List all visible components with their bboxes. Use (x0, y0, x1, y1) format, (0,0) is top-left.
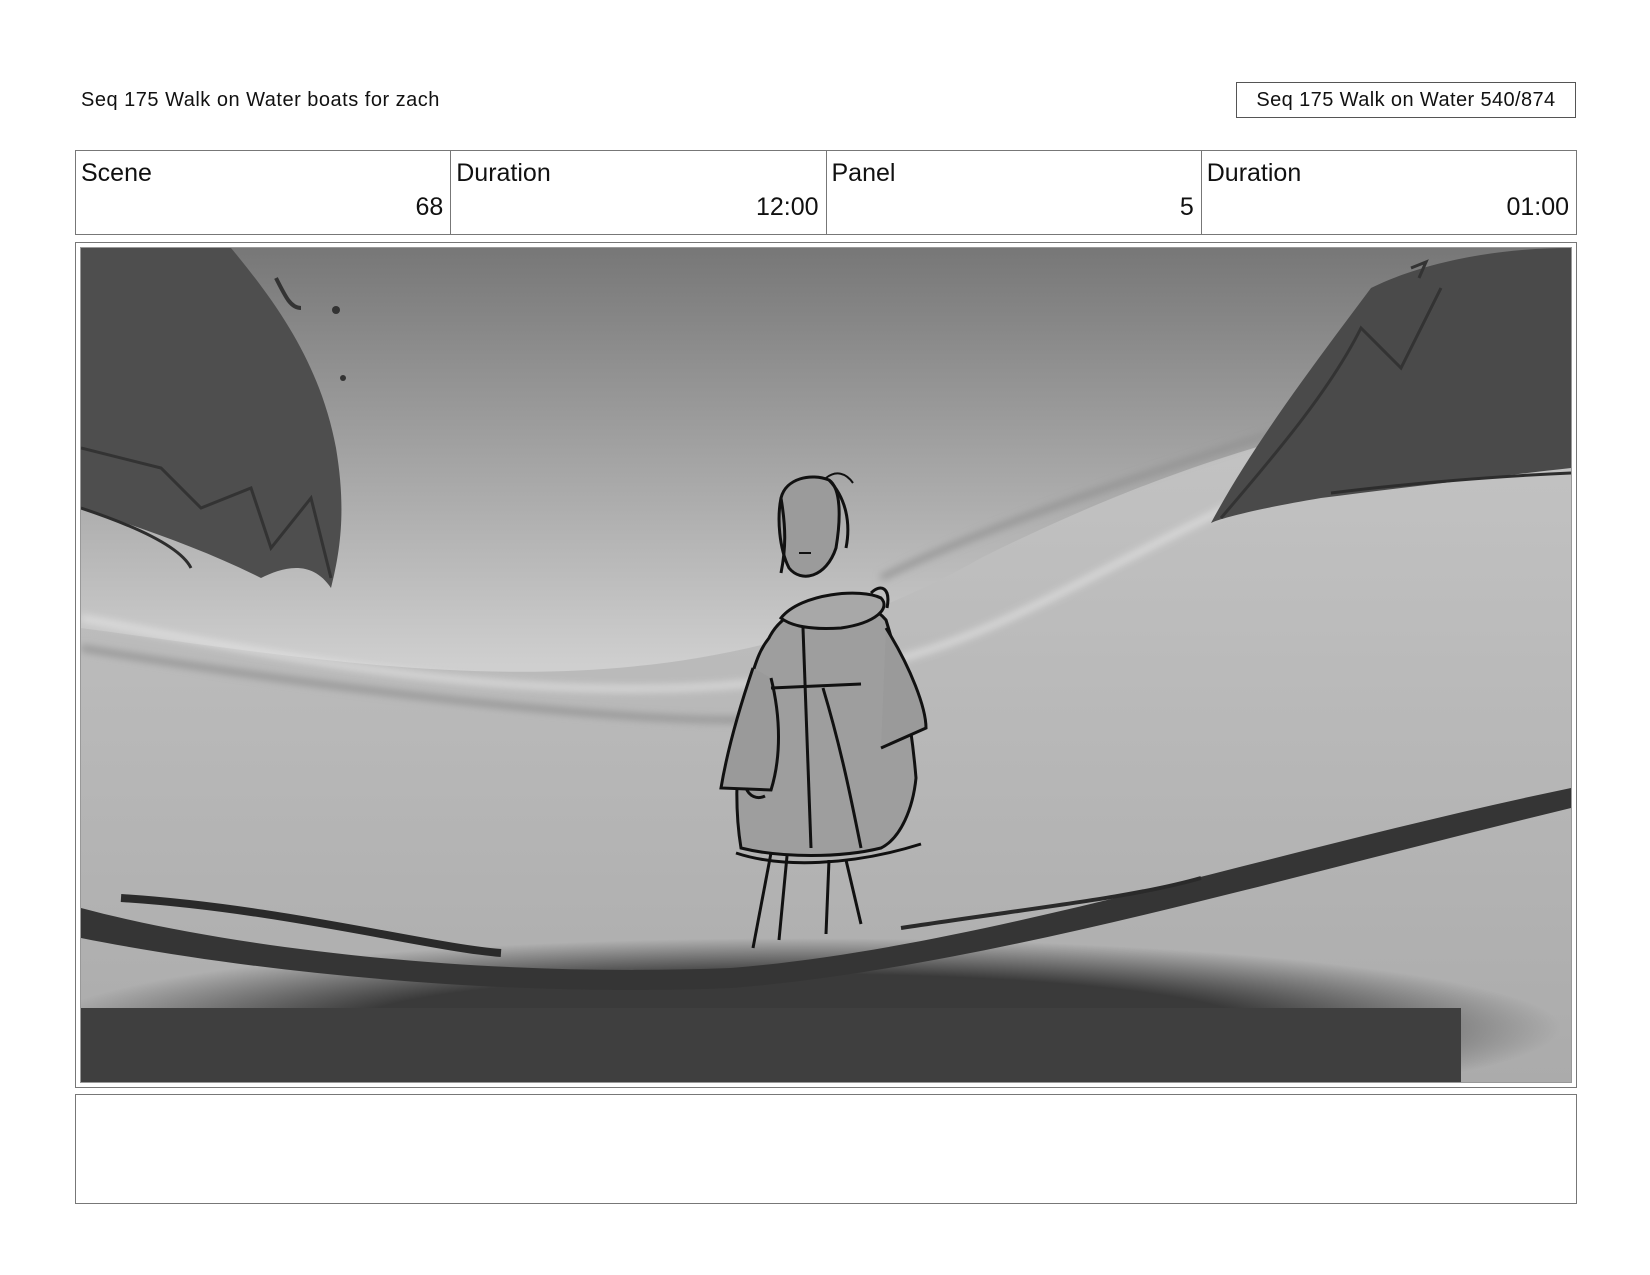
shot-info-table: Scene 68 Duration 12:00 Panel 5 Duration… (75, 150, 1577, 235)
scene-duration-label: Duration (456, 159, 551, 187)
sequence-page-counter: Seq 175 Walk on Water 540/874 (1236, 82, 1576, 118)
storyboard-panel-frame (75, 242, 1577, 1088)
scene-duration-value: 12:00 (755, 193, 819, 221)
storyboard-panel-image (80, 247, 1572, 1083)
panel-label: Panel (831, 159, 896, 187)
panel-value: 5 (1179, 193, 1194, 221)
sequence-title: Seq 175 Walk on Water boats for zach (81, 89, 440, 111)
scene-duration-cell: Duration 12:00 (451, 151, 827, 234)
scene-cell: Scene 68 (76, 151, 452, 234)
panel-duration-label: Duration (1206, 159, 1302, 187)
scene-label: Scene (81, 159, 152, 187)
sketch-illustration (81, 248, 1571, 1082)
panel-notes-box (75, 1094, 1577, 1204)
panel-duration-cell: Duration 01:00 (1202, 151, 1576, 234)
scene-value: 68 (415, 193, 444, 221)
panel-cell: Panel 5 (827, 151, 1202, 234)
panel-duration-value: 01:00 (1506, 193, 1569, 221)
